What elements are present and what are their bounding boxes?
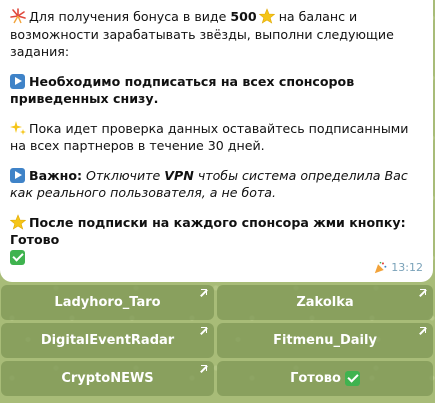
vpn-text-start: Отключите — [86, 167, 165, 183]
message-meta: 13:12 — [374, 259, 423, 277]
play-icon — [10, 167, 25, 183]
play-icon — [10, 73, 25, 89]
external-link-icon — [199, 327, 207, 335]
message-bubble: Для получения бонуса в виде 500 на балан… — [0, 0, 433, 282]
sponsor-button-fitmenu-daily[interactable]: Fitmenu_Daily — [217, 323, 433, 358]
external-link-icon — [199, 289, 207, 297]
ready-button[interactable]: Готово — [217, 361, 433, 396]
message-time: 13:12 — [391, 260, 423, 274]
sponsor-button-digitaleventradar[interactable]: DigitalEventRadar — [1, 323, 214, 358]
sponsor-button-label: DigitalEventRadar — [40, 333, 175, 348]
message-paragraph-important: Важно: Отключите VPN чтобы система опред… — [10, 167, 421, 202]
vpn-keyword: VPN — [164, 167, 194, 183]
sponsor-button-label: Ladyhoro_Taro — [54, 295, 161, 310]
sponsor-button-label: Zakolka — [296, 295, 354, 310]
check-mark-icon — [344, 371, 360, 386]
bonus-text-start: Для получения бонуса в виде — [29, 9, 231, 24]
sparkles-icon — [10, 120, 26, 135]
important-label: Важно: — [29, 167, 83, 183]
sponsor-button-label: Fitmenu_Daily — [273, 333, 377, 348]
external-link-icon — [199, 365, 207, 373]
sponsor-button-ladyhoro-taro[interactable]: Ladyhoro_Taro — [1, 285, 214, 320]
checking-text: Пока идет проверка данных оставайтесь по… — [10, 120, 409, 154]
sponsor-button-zakolka[interactable]: Zakolka — [217, 285, 433, 320]
star-icon — [258, 8, 275, 24]
star-icon — [10, 213, 26, 230]
check-mark-icon — [10, 249, 25, 265]
ready-instruction: После подписки на каждого спонсора жми к… — [10, 214, 406, 248]
message-paragraph-ready: После подписки на каждого спонсора жми к… — [10, 213, 421, 267]
ready-button-label: Готово — [290, 371, 341, 386]
external-link-icon — [418, 327, 426, 335]
bonus-amount: 500 — [230, 9, 257, 24]
message-paragraph-bonus: Для получения бонуса в виде 500 на балан… — [10, 8, 421, 61]
sponsor-button-label: CryptoNEWS — [61, 371, 154, 386]
external-link-icon — [418, 289, 426, 297]
party-popper-icon — [375, 261, 387, 273]
message-paragraph-checking: Пока идет проверка данных оставайтесь по… — [10, 120, 421, 155]
sponsor-button-cryptonews[interactable]: CryptoNEWS — [1, 361, 214, 396]
message-paragraph-subscribe: Необходимо подписаться на всех спонсоров… — [10, 73, 421, 108]
fireworks-icon — [10, 8, 26, 24]
subscribe-instruction: Необходимо подписаться на всех спонсоров… — [10, 73, 355, 107]
